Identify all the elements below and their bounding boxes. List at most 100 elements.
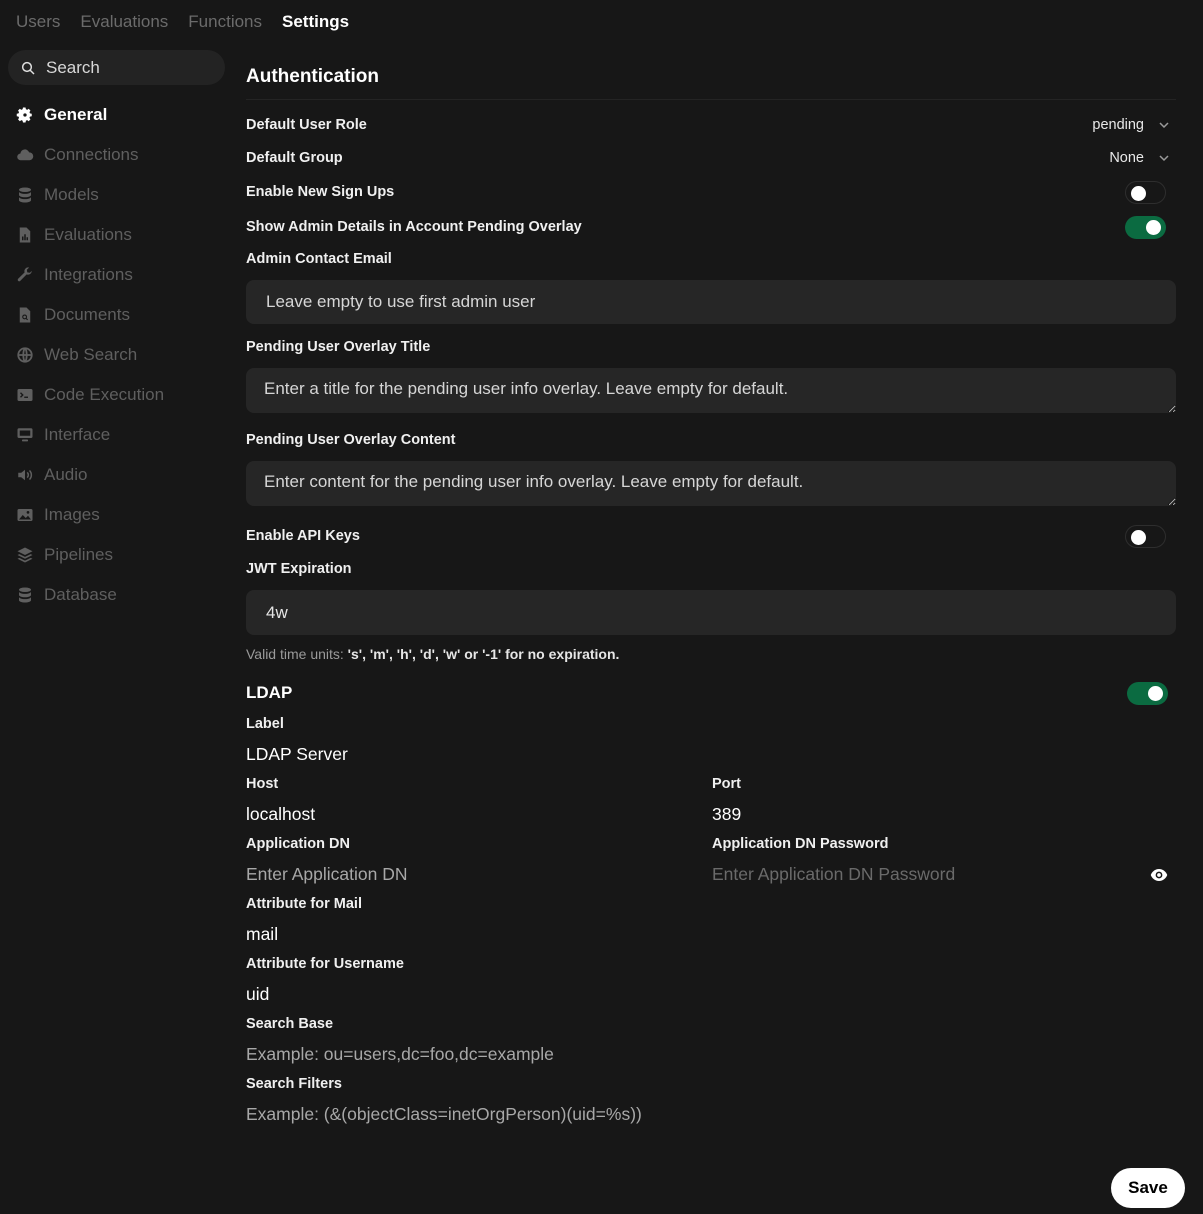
cloud-icon bbox=[17, 149, 34, 161]
ldap-port-label: Port bbox=[712, 776, 741, 792]
image-icon bbox=[17, 509, 33, 521]
ldap-port-input[interactable]: 389 bbox=[712, 804, 741, 825]
ldap-search-base-input[interactable]: Example: ou=users,dc=foo,dc=example bbox=[246, 1044, 554, 1065]
enable-api-keys-label: Enable API Keys bbox=[246, 528, 360, 544]
sidebar-item-interface[interactable]: Interface bbox=[8, 415, 225, 455]
ldap-attr-mail-input[interactable]: mail bbox=[246, 924, 278, 945]
default-user-role-select[interactable]: pending bbox=[1092, 117, 1170, 133]
sidebar-item-label: Evaluations bbox=[44, 225, 132, 244]
tab-functions[interactable]: Functions bbox=[188, 12, 262, 32]
ldap-host-input[interactable]: localhost bbox=[246, 804, 315, 825]
search-icon bbox=[21, 61, 35, 75]
document-chart-icon bbox=[19, 227, 31, 243]
sidebar-item-web-search[interactable]: Web Search bbox=[8, 335, 225, 375]
save-button[interactable]: Save bbox=[1111, 1168, 1185, 1208]
ldap-attr-username-label: Attribute for Username bbox=[246, 956, 404, 972]
sidebar-item-pipelines[interactable]: Pipelines bbox=[8, 535, 225, 575]
tab-settings[interactable]: Settings bbox=[282, 12, 349, 32]
ldap-app-dn-input[interactable]: Enter Application DN bbox=[246, 864, 407, 885]
sidebar-item-integrations[interactable]: Integrations bbox=[8, 255, 225, 295]
sidebar-item-label: Code Execution bbox=[44, 385, 165, 404]
default-group-row: Default Group None bbox=[246, 147, 1176, 169]
tab-users[interactable]: Users bbox=[16, 12, 60, 32]
terminal-icon bbox=[17, 389, 33, 401]
sidebar-item-code-execution[interactable]: Code Execution bbox=[8, 375, 225, 415]
ldap-search-filters-label: Search Filters bbox=[246, 1076, 342, 1092]
default-group-select[interactable]: None bbox=[1109, 150, 1170, 166]
sidebar-item-label: Audio bbox=[44, 465, 88, 484]
sidebar-item-label: General bbox=[44, 105, 108, 124]
document-search-icon bbox=[19, 307, 31, 323]
ldap-app-dn-password-label: Application DN Password bbox=[712, 836, 889, 852]
show-admin-details-toggle[interactable] bbox=[1125, 215, 1166, 239]
admin-email-input[interactable] bbox=[246, 280, 1176, 324]
jwt-hint-prefix: Valid time units: bbox=[246, 646, 344, 662]
layers-icon bbox=[17, 547, 33, 563]
section-title-authentication: Authentication bbox=[246, 54, 1176, 100]
overlay-content-label: Pending User Overlay Content bbox=[246, 432, 456, 448]
gear-icon bbox=[16, 107, 32, 123]
sidebar-item-label: Models bbox=[44, 185, 99, 204]
ldap-label-input[interactable]: LDAP Server bbox=[246, 744, 348, 765]
ldap-host-label: Host bbox=[246, 776, 279, 792]
sidebar-item-database[interactable]: Database bbox=[8, 575, 225, 615]
default-group-label: Default Group bbox=[246, 150, 343, 166]
enable-signups-row: Enable New Sign Ups bbox=[246, 180, 1166, 204]
jwt-expiration-label: JWT Expiration bbox=[246, 561, 352, 577]
enable-signups-label: Enable New Sign Ups bbox=[246, 184, 395, 200]
overlay-title-label: Pending User Overlay Title bbox=[246, 339, 431, 355]
overlay-title-input[interactable] bbox=[246, 368, 1176, 413]
database-stack-icon bbox=[19, 187, 31, 203]
sidebar-search bbox=[8, 50, 225, 85]
search-input[interactable] bbox=[46, 57, 206, 78]
ldap-search-base-label: Search Base bbox=[246, 1016, 334, 1032]
sidebar-item-images[interactable]: Images bbox=[8, 495, 225, 535]
toggle-knob bbox=[1131, 529, 1146, 545]
sidebar-item-label: Images bbox=[44, 505, 100, 524]
ldap-row: LDAP bbox=[246, 681, 1168, 705]
admin-email-label: Admin Contact Email bbox=[246, 251, 392, 267]
sidebar-item-label: Database bbox=[44, 585, 117, 604]
ldap-app-dn-password-input[interactable]: Enter Application DN Password bbox=[712, 864, 955, 885]
overlay-content-input[interactable] bbox=[246, 461, 1176, 506]
sidebar-item-label: Web Search bbox=[44, 345, 138, 364]
tab-evaluations[interactable]: Evaluations bbox=[80, 12, 168, 32]
top-tabs: Users Evaluations Functions Settings bbox=[16, 12, 349, 32]
sidebar-item-label: Interface bbox=[44, 425, 111, 444]
toggle-knob bbox=[1131, 185, 1146, 201]
toggle-knob bbox=[1146, 219, 1161, 235]
eye-icon[interactable] bbox=[1150, 867, 1168, 883]
sidebar-item-label: Documents bbox=[44, 305, 130, 324]
ldap-attr-username-input[interactable]: uid bbox=[246, 984, 269, 1005]
sidebar-item-evaluations[interactable]: Evaluations bbox=[8, 215, 225, 255]
sidebar-item-label: Integrations bbox=[44, 265, 133, 284]
chevron-down-icon bbox=[1159, 122, 1169, 129]
ldap-title: LDAP bbox=[246, 683, 293, 702]
monitor-icon bbox=[17, 428, 33, 442]
default-user-role-row: Default User Role pending bbox=[246, 114, 1176, 136]
show-admin-details-label: Show Admin Details in Account Pending Ov… bbox=[246, 219, 582, 235]
sidebar-item-documents[interactable]: Documents bbox=[8, 295, 225, 335]
default-user-role-label: Default User Role bbox=[246, 117, 367, 133]
enable-signups-toggle[interactable] bbox=[1125, 180, 1166, 204]
ldap-attr-mail-label: Attribute for Mail bbox=[246, 896, 362, 912]
show-admin-details-row: Show Admin Details in Account Pending Ov… bbox=[246, 215, 1166, 239]
sidebar-item-models[interactable]: Models bbox=[8, 175, 225, 215]
enable-api-keys-toggle[interactable] bbox=[1125, 524, 1166, 548]
sidebar-item-general[interactable]: General bbox=[8, 95, 225, 135]
enable-api-keys-row: Enable API Keys bbox=[246, 524, 1166, 548]
ldap-toggle[interactable] bbox=[1127, 681, 1168, 705]
toggle-knob bbox=[1148, 685, 1163, 701]
sidebar-item-audio[interactable]: Audio bbox=[8, 455, 225, 495]
ldap-label-label: Label bbox=[246, 716, 284, 732]
wrench-icon bbox=[17, 267, 32, 282]
sidebar-item-connections[interactable]: Connections bbox=[8, 135, 225, 175]
jwt-expiration-input[interactable] bbox=[246, 590, 1176, 635]
database-icon bbox=[19, 587, 31, 603]
sidebar-nav: General Connections Models Evaluations I… bbox=[8, 95, 225, 615]
ldap-search-filters-input[interactable]: Example: (&(objectClass=inetOrgPerson)(u… bbox=[246, 1104, 642, 1125]
sidebar-item-label: Pipelines bbox=[44, 545, 113, 564]
default-user-role-value: pending bbox=[1092, 117, 1144, 133]
jwt-hint: Valid time units: 's', 'm', 'h', 'd', 'w… bbox=[246, 646, 619, 662]
jwt-hint-units: 's', 'm', 'h', 'd', 'w' or '-1' for no e… bbox=[347, 646, 620, 662]
